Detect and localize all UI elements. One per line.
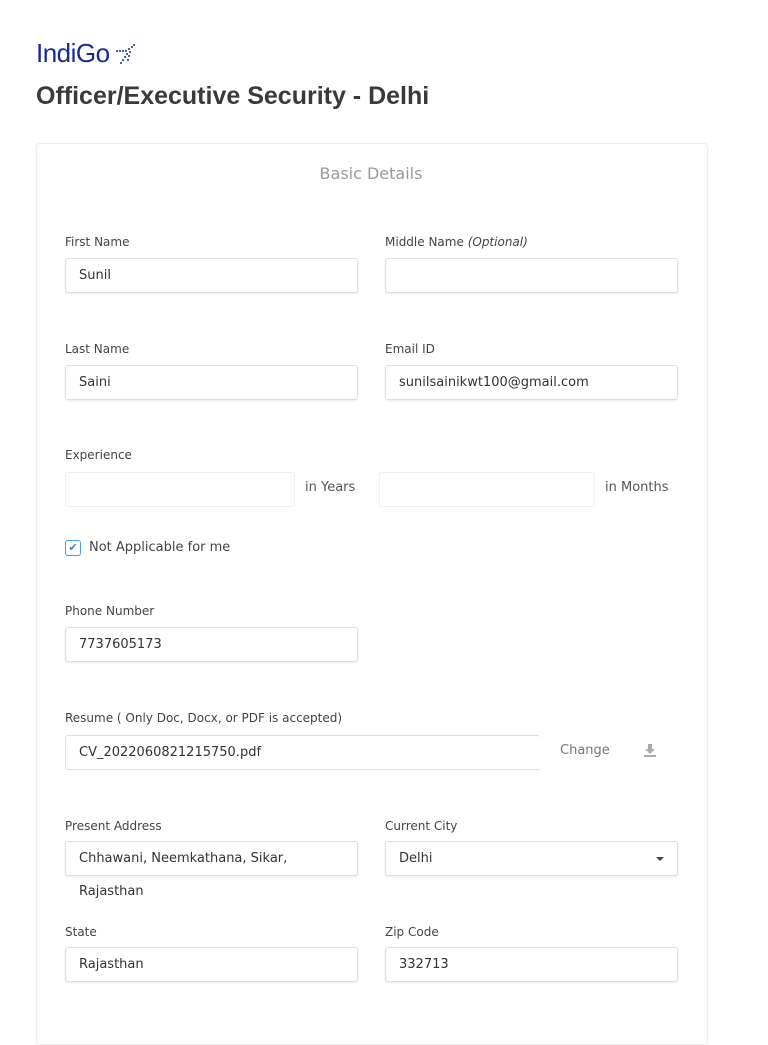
resume-file-input[interactable]: CV_2022060821215750.pdf (65, 735, 540, 770)
change-resume-button[interactable]: Change (560, 743, 610, 758)
present-address-input[interactable]: Chhawani, Neemkathana, Sikar, Rajasthan (65, 841, 358, 899)
current-city-select[interactable]: Delhi (385, 841, 678, 876)
plane-icon (115, 43, 135, 64)
present-address-label: Present Address (65, 819, 162, 833)
current-city-label: Current City (385, 819, 458, 833)
last-name-label: Last Name (65, 342, 130, 356)
first-name-label: First Name (65, 235, 130, 249)
experience-years-input[interactable] (65, 472, 295, 507)
middle-name-label-text: Middle Name (385, 235, 464, 249)
not-applicable-checkbox[interactable]: ✔ (65, 540, 81, 556)
optional-hint: (Optional) (467, 235, 528, 249)
zip-code-label: Zip Code (385, 925, 439, 939)
months-suffix: in Months (605, 480, 669, 495)
first-name-input[interactable]: Sunil (65, 258, 358, 293)
chevron-down-icon (656, 857, 664, 861)
last-name-input[interactable]: Saini (65, 365, 358, 400)
download-icon[interactable] (643, 743, 657, 757)
middle-name-label: Middle Name (Optional) (385, 235, 528, 249)
experience-label: Experience (65, 448, 132, 462)
page-title: Officer/Executive Security - Delhi (36, 82, 430, 110)
experience-months-input[interactable] (379, 472, 595, 507)
section-title: Basic Details (319, 164, 423, 183)
phone-input[interactable]: 7737605173 (65, 627, 358, 662)
indigo-logo: IndiGo (36, 38, 136, 69)
not-applicable-label: Not Applicable for me (89, 540, 231, 555)
resume-label: Resume ( Only Doc, Docx, or PDF is accep… (65, 711, 343, 725)
state-input[interactable]: Rajasthan (65, 947, 358, 982)
zip-code-input[interactable]: 332713 (385, 947, 678, 982)
email-label: Email ID (385, 342, 435, 356)
check-icon: ✔ (68, 541, 78, 554)
middle-name-input[interactable] (385, 258, 678, 293)
years-suffix: in Years (305, 480, 356, 495)
phone-label: Phone Number (65, 604, 155, 618)
email-input[interactable]: sunilsainikwt100@gmail.com (385, 365, 678, 400)
state-label: State (65, 925, 97, 939)
current-city-value: Delhi (399, 851, 433, 866)
logo-text: IndiGo (36, 38, 110, 68)
